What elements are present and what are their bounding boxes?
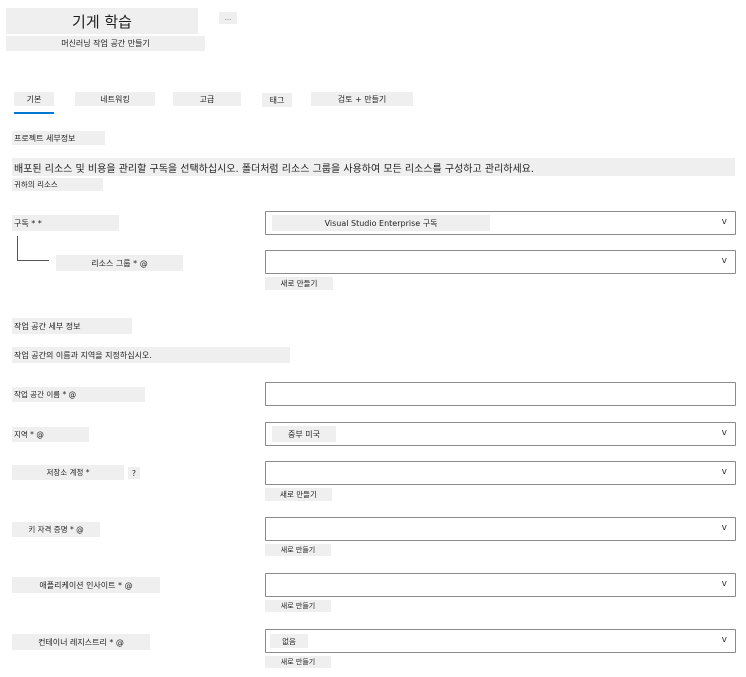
resource-group-dropdown[interactable]: v [265, 250, 736, 274]
create-container-registry-button[interactable]: 새로 만들기 [265, 656, 331, 668]
create-storage-account-button[interactable]: 새로 만들기 [265, 488, 332, 501]
chevron-down-icon: v [721, 428, 727, 438]
region-label: 지역 * @ [12, 427, 89, 442]
create-app-insights-button[interactable]: 새로 만들기 [265, 600, 331, 612]
workspace-description: 작업 공간의 이름과 지역을 지정하십시오. [12, 347, 290, 363]
tab-advanced[interactable]: 고급 [173, 92, 241, 106]
more-options-button[interactable]: ... [219, 12, 237, 24]
project-description: 배포된 리소스 및 비용을 관리할 구독을 선택하십시오. 폴더처럼 리소스 그… [12, 158, 735, 176]
resource-group-label: 리소스 그룹 * @ [56, 255, 183, 271]
tab-networking[interactable]: 네트워킹 [75, 92, 155, 106]
chevron-down-icon: v [721, 579, 727, 589]
chevron-down-icon: v [721, 217, 727, 227]
subscription-label: 구독 * * [12, 215, 119, 231]
tab-tags[interactable]: 태그 [262, 93, 292, 107]
workspace-name-label: 작업 공간 이름 * @ [12, 387, 145, 402]
chevron-down-icon: v [721, 467, 727, 477]
key-vault-label: 키 자격 증명 * @ [12, 522, 100, 537]
workspace-name-input[interactable] [265, 382, 736, 406]
create-resource-group-button[interactable]: 새로 만들기 [265, 277, 333, 290]
subscription-value: Visual Studio Enterprise 구독 [272, 215, 490, 231]
create-key-vault-button[interactable]: 새로 만들기 [265, 544, 331, 556]
tab-active-underline [14, 112, 54, 114]
help-icon[interactable]: ? [128, 467, 140, 479]
subscription-dropdown[interactable]: Visual Studio Enterprise 구독 v [265, 211, 736, 235]
container-registry-dropdown[interactable]: 없음 v [265, 629, 736, 653]
app-insights-dropdown[interactable]: v [265, 573, 736, 597]
chevron-down-icon: v [721, 523, 727, 533]
container-registry-label: 컨테이너 레지스트리 * @ [12, 634, 150, 650]
tab-review-create[interactable]: 검토 + 만들기 [311, 92, 413, 106]
tree-connector-line [17, 260, 49, 261]
tab-basics[interactable]: 기본 [14, 92, 54, 106]
storage-account-dropdown[interactable]: v [265, 461, 736, 485]
storage-account-label: 저장소 계정 * [12, 465, 124, 480]
chevron-down-icon: v [721, 635, 727, 645]
workspace-details-heading: 작업 공간 세부 정보 [12, 318, 132, 334]
project-details-heading: 프로젝트 세부정보 [12, 131, 105, 145]
key-vault-dropdown[interactable]: v [265, 517, 736, 541]
container-registry-value: 없음 [270, 634, 308, 648]
page-title: 기게 학습 [6, 8, 198, 34]
region-dropdown[interactable]: 중부 미국 v [265, 422, 736, 446]
region-value: 중부 미국 [272, 426, 336, 442]
page-subtitle: 머신러닝 작업 공간 만들기 [6, 36, 205, 51]
resources-sublabel: 귀하의 리소스 [12, 178, 103, 191]
tree-connector-line [17, 236, 18, 260]
chevron-down-icon: v [721, 256, 727, 266]
app-insights-label: 애플리케이션 인사이트 * @ [12, 577, 160, 593]
